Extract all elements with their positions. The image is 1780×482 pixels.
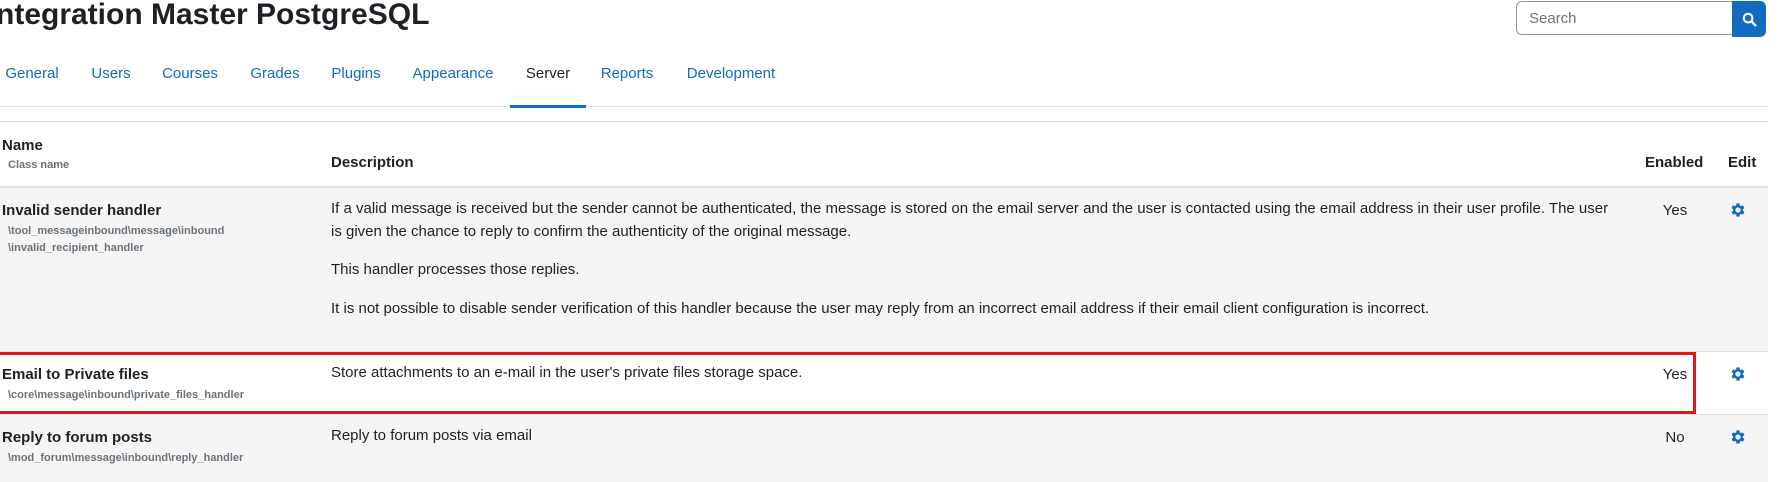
tab-users[interactable]: Users	[84, 60, 138, 106]
enabled-status: Yes	[1662, 202, 1688, 219]
divider	[0, 121, 1768, 122]
enabled-status: No	[1665, 429, 1685, 446]
column-header-description: Description	[331, 154, 414, 171]
tab-reports[interactable]: Reports	[595, 60, 659, 106]
tab-plugins[interactable]: Plugins	[324, 60, 388, 106]
handler-description: Store attachments to an e-mail in the us…	[331, 364, 803, 381]
handler-classname: \tool_messageinbound\message\inbound \in…	[8, 225, 225, 254]
column-header-name: Name	[2, 137, 43, 154]
search-icon	[1742, 12, 1757, 27]
handler-name: Email to Private files	[2, 366, 149, 383]
tab-grades[interactable]: Grades	[244, 60, 306, 106]
column-header-classname: Class name	[8, 159, 70, 171]
enabled-status: Yes	[1662, 366, 1688, 383]
gear-icon[interactable]	[1729, 428, 1747, 446]
search-bar	[1516, 1, 1766, 37]
search-button[interactable]	[1732, 1, 1766, 37]
page-title: ntegration Master PostgreSQL	[0, 0, 430, 31]
table-row: Email to Private files \core\message\inb…	[0, 352, 1768, 414]
handler-description: If a valid message is received but the s…	[331, 200, 1609, 317]
search-input[interactable]	[1516, 1, 1732, 35]
column-header-edit: Edit	[1728, 154, 1757, 171]
tab-courses[interactable]: Courses	[157, 60, 223, 106]
admin-tabs: General Users Courses Grades Plugins App…	[0, 60, 1768, 108]
handler-description: Reply to forum posts via email	[331, 427, 532, 444]
tab-server[interactable]: Server	[510, 60, 586, 108]
gear-icon[interactable]	[1729, 201, 1747, 219]
tab-appearance[interactable]: Appearance	[408, 60, 498, 106]
handler-name: Invalid sender handler	[2, 202, 162, 219]
tab-development[interactable]: Development	[680, 60, 782, 106]
column-header-enabled: Enabled	[1645, 154, 1704, 171]
gear-icon[interactable]	[1729, 365, 1747, 383]
handler-name: Reply to forum posts	[2, 429, 153, 446]
handler-classname: \core\message\inbound\private_files_hand…	[8, 389, 244, 401]
table-row: Reply to forum posts \mod_forum\message\…	[0, 415, 1768, 482]
table-row: Invalid sender handler \tool_messageinbo…	[0, 188, 1768, 351]
tab-general[interactable]: General	[0, 60, 64, 106]
handler-classname: \mod_forum\message\inbound\reply_handler	[8, 452, 244, 464]
